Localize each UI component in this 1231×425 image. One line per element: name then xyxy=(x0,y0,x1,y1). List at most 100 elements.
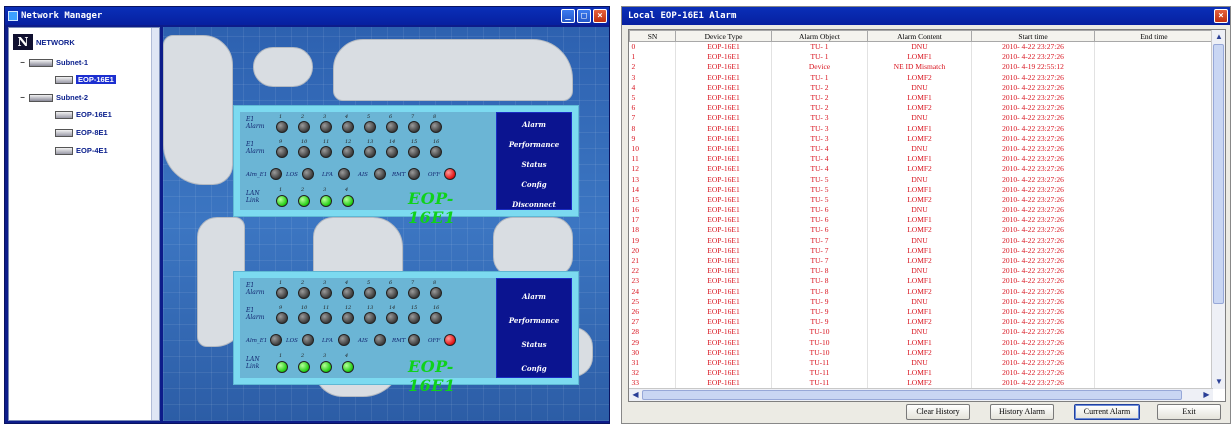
tree-subnet-1[interactable]: − Subnet-1 xyxy=(19,58,88,67)
table-row[interactable]: 19 EOP-16E1 TU- 7 DNU 2010- 4-22 23:27:26 xyxy=(629,235,1214,246)
table-cell: DNU xyxy=(867,296,972,307)
led-number: 6 xyxy=(389,280,393,286)
table-row[interactable]: 32 EOP-16E1 TU-11 LOMF1 2010- 4-22 23:27:26 xyxy=(629,367,1214,378)
table-cell: EOP-16E1 xyxy=(675,377,772,388)
close-icon[interactable]: × xyxy=(593,9,607,23)
table-row[interactable]: 28 EOP-16E1 TU-10 DNU 2010- 4-22 23:27:26 xyxy=(629,326,1214,337)
maximize-icon[interactable]: □ xyxy=(577,9,591,23)
menu-config-button[interactable]: Config xyxy=(497,359,571,379)
collapse-icon[interactable]: − xyxy=(19,58,26,67)
column-header[interactable]: End time xyxy=(1094,30,1214,42)
column-header[interactable]: Start time xyxy=(971,30,1095,42)
table-cell: EOP-16E1 xyxy=(675,214,772,225)
e1-alarm-led xyxy=(386,287,398,299)
menu-alarm-button[interactable]: Alarm xyxy=(497,115,571,135)
alarm-title-bar[interactable]: Local EOP-16E1 Alarm × xyxy=(622,7,1230,25)
tree-device-subnet2-eop4e1[interactable]: EOP-4E1 xyxy=(55,146,108,155)
table-cell: 16 xyxy=(629,204,676,215)
collapse-icon[interactable]: − xyxy=(19,93,26,102)
device-label: EOP-16E1 xyxy=(76,75,116,84)
table-row[interactable]: 23 EOP-16E1 TU- 8 LOMF1 2010- 4-22 23:27:26 xyxy=(629,275,1214,286)
menu-performance-button[interactable]: Performance xyxy=(497,311,571,331)
table-row[interactable]: 20 EOP-16E1 TU- 7 LOMF1 2010- 4-22 23:27:26 xyxy=(629,245,1214,256)
menu-status-button[interactable]: Status xyxy=(497,155,571,175)
table-cell: EOP-16E1 xyxy=(675,275,772,286)
vertical-scroll-thumb[interactable] xyxy=(1213,44,1224,304)
scroll-right-icon[interactable]: ▶ xyxy=(1200,389,1213,401)
table-row[interactable]: 17 EOP-16E1 TU- 6 LOMF1 2010- 4-22 23:27:26 xyxy=(629,214,1214,225)
table-row[interactable]: 27 EOP-16E1 TU- 9 LOMF2 2010- 4-22 23:27:26 xyxy=(629,316,1214,327)
led-number: 1 xyxy=(279,353,283,359)
scroll-up-icon[interactable]: ▲ xyxy=(1212,30,1225,44)
column-header[interactable]: SN xyxy=(629,30,676,42)
table-row[interactable]: 25 EOP-16E1 TU- 9 DNU 2010- 4-22 23:27:26 xyxy=(629,296,1214,307)
column-header[interactable]: Device Type xyxy=(675,30,772,42)
tree-scrollbar[interactable] xyxy=(151,28,159,420)
tree-root[interactable]: N NETWORK xyxy=(13,34,75,50)
table-row[interactable]: 7 EOP-16E1 TU- 3 DNU 2010- 4-22 23:27:26 xyxy=(629,112,1214,123)
table-row[interactable]: 9 EOP-16E1 TU- 3 LOMF2 2010- 4-22 23:27:26 xyxy=(629,133,1214,144)
tree-subnet-2[interactable]: − Subnet-2 xyxy=(19,93,88,102)
table-cell: TU- 2 xyxy=(771,92,868,103)
table-row[interactable]: 29 EOP-16E1 TU-10 LOMF1 2010- 4-22 23:27:26 xyxy=(629,336,1214,348)
status-led xyxy=(270,168,282,180)
minimize-icon[interactable]: _ xyxy=(561,9,575,23)
table-cell: 14 xyxy=(629,184,676,195)
tree-device-subnet2-eop16e1[interactable]: EOP-16E1 xyxy=(55,110,112,119)
table-row[interactable]: 31 EOP-16E1 TU-11 DNU 2010- 4-22 23:27:26 xyxy=(629,357,1214,368)
table-row[interactable]: 30 EOP-16E1 TU-10 LOMF2 2010- 4-22 23:27:26 xyxy=(629,347,1214,358)
menu-disconnect-button[interactable]: Disconnect xyxy=(497,195,571,215)
table-row[interactable]: 0 EOP-16E1 TU- 1 DNU 2010- 4-22 23:27:26 xyxy=(629,41,1214,52)
tree-device-subnet2-eop8e1[interactable]: EOP-8E1 xyxy=(55,128,108,137)
table-row[interactable]: 18 EOP-16E1 TU- 6 LOMF2 2010- 4-22 23:27:26 xyxy=(629,224,1214,236)
menu-alarm-button[interactable]: Alarm xyxy=(497,287,571,307)
table-row[interactable]: 12 EOP-16E1 TU- 4 LOMF2 2010- 4-22 23:27:26 xyxy=(629,163,1214,174)
history-alarm-button[interactable]: History Alarm xyxy=(990,404,1054,420)
vertical-scrollbar[interactable]: ▲ ▼ xyxy=(1211,30,1225,389)
table-cell: LOMF2 xyxy=(867,224,972,236)
current-alarm-button[interactable]: Current Alarm xyxy=(1074,404,1140,420)
table-row[interactable]: 33 EOP-16E1 TU-11 LOMF2 2010- 4-22 23:27:26 xyxy=(629,377,1214,388)
table-row[interactable]: 8 EOP-16E1 TU- 3 LOMF1 2010- 4-22 23:27:26 xyxy=(629,123,1214,134)
table-row[interactable]: 3 EOP-16E1 TU- 1 LOMF2 2010- 4-22 23:27:26 xyxy=(629,72,1214,83)
scroll-down-icon[interactable]: ▼ xyxy=(1212,375,1225,389)
table-cell: EOP-16E1 xyxy=(675,316,772,327)
horizontal-scrollbar[interactable]: ◀ ▶ xyxy=(629,388,1213,401)
table-row[interactable]: 16 EOP-16E1 TU- 6 DNU 2010- 4-22 23:27:26 xyxy=(629,204,1214,215)
table-row[interactable]: 2 EOP-16E1 Device NE ID Mismatch 2010- 4-19 … xyxy=(629,61,1214,73)
menu-config-button[interactable]: Config xyxy=(497,175,571,195)
e1-alarm-led xyxy=(276,121,288,133)
scroll-left-icon[interactable]: ◀ xyxy=(629,389,642,401)
table-row[interactable]: 24 EOP-16E1 TU- 8 LOMF2 2010- 4-22 23:27:26 xyxy=(629,286,1214,297)
table-row[interactable]: 26 EOP-16E1 TU- 9 LOMF1 2010- 4-22 23:27:26 xyxy=(629,306,1214,317)
table-cell xyxy=(1094,112,1214,123)
tree-device-subnet1-eop16e1[interactable]: EOP-16E1 xyxy=(55,75,116,84)
table-row[interactable]: 10 EOP-16E1 TU- 4 DNU 2010- 4-22 23:27:26 xyxy=(629,143,1214,154)
table-row[interactable]: 1 EOP-16E1 TU- 1 LOMF1 2010- 4-22 23:27:26 xyxy=(629,51,1214,62)
close-icon[interactable]: × xyxy=(1214,9,1228,23)
table-row[interactable]: 13 EOP-16E1 TU- 5 DNU 2010- 4-22 23:27:26 xyxy=(629,173,1214,185)
table-row[interactable]: 21 EOP-16E1 TU- 7 LOMF2 2010- 4-22 23:27:26 xyxy=(629,255,1214,266)
status-label: Alm_E1 xyxy=(246,338,268,344)
column-header[interactable]: Alarm Content xyxy=(867,30,972,42)
table-row[interactable]: 5 EOP-16E1 TU- 2 LOMF1 2010- 4-22 23:27:26 xyxy=(629,92,1214,103)
table-cell: 13 xyxy=(629,173,676,185)
table-cell: TU-11 xyxy=(771,367,868,378)
exit-button[interactable]: Exit xyxy=(1157,404,1221,420)
table-row[interactable]: 6 EOP-16E1 TU- 2 LOMF2 2010- 4-22 23:27:26 xyxy=(629,102,1214,113)
menu-status-button[interactable]: Status xyxy=(497,335,571,355)
table-row[interactable]: 14 EOP-16E1 TU- 5 LOMF1 2010- 4-22 23:27:26 xyxy=(629,184,1214,195)
table-row[interactable]: 15 EOP-16E1 TU- 5 LOMF2 2010- 4-22 23:27:26 xyxy=(629,194,1214,205)
table-row[interactable]: 4 EOP-16E1 TU- 2 DNU 2010- 4-22 23:27:26 xyxy=(629,82,1214,93)
table-row[interactable]: 22 EOP-16E1 TU- 8 DNU 2010- 4-22 23:27:26 xyxy=(629,265,1214,276)
table-cell: 2010- 4-19 22:55:12 xyxy=(971,61,1095,73)
table-cell: LOMF2 xyxy=(867,133,972,144)
menu-performance-button[interactable]: Performance xyxy=(497,135,571,155)
table-row[interactable]: 11 EOP-16E1 TU- 4 LOMF1 2010- 4-22 23:27:26 xyxy=(629,153,1214,164)
network-manager-title-bar[interactable]: Network Manager _ □ × xyxy=(5,7,609,25)
table-cell: 20 xyxy=(629,245,676,256)
clear-history-button[interactable]: Clear History xyxy=(906,404,970,420)
column-header[interactable]: Alarm Object xyxy=(771,30,868,42)
horizontal-scroll-thumb[interactable] xyxy=(642,390,1182,400)
table-cell: LOMF1 xyxy=(867,245,972,256)
